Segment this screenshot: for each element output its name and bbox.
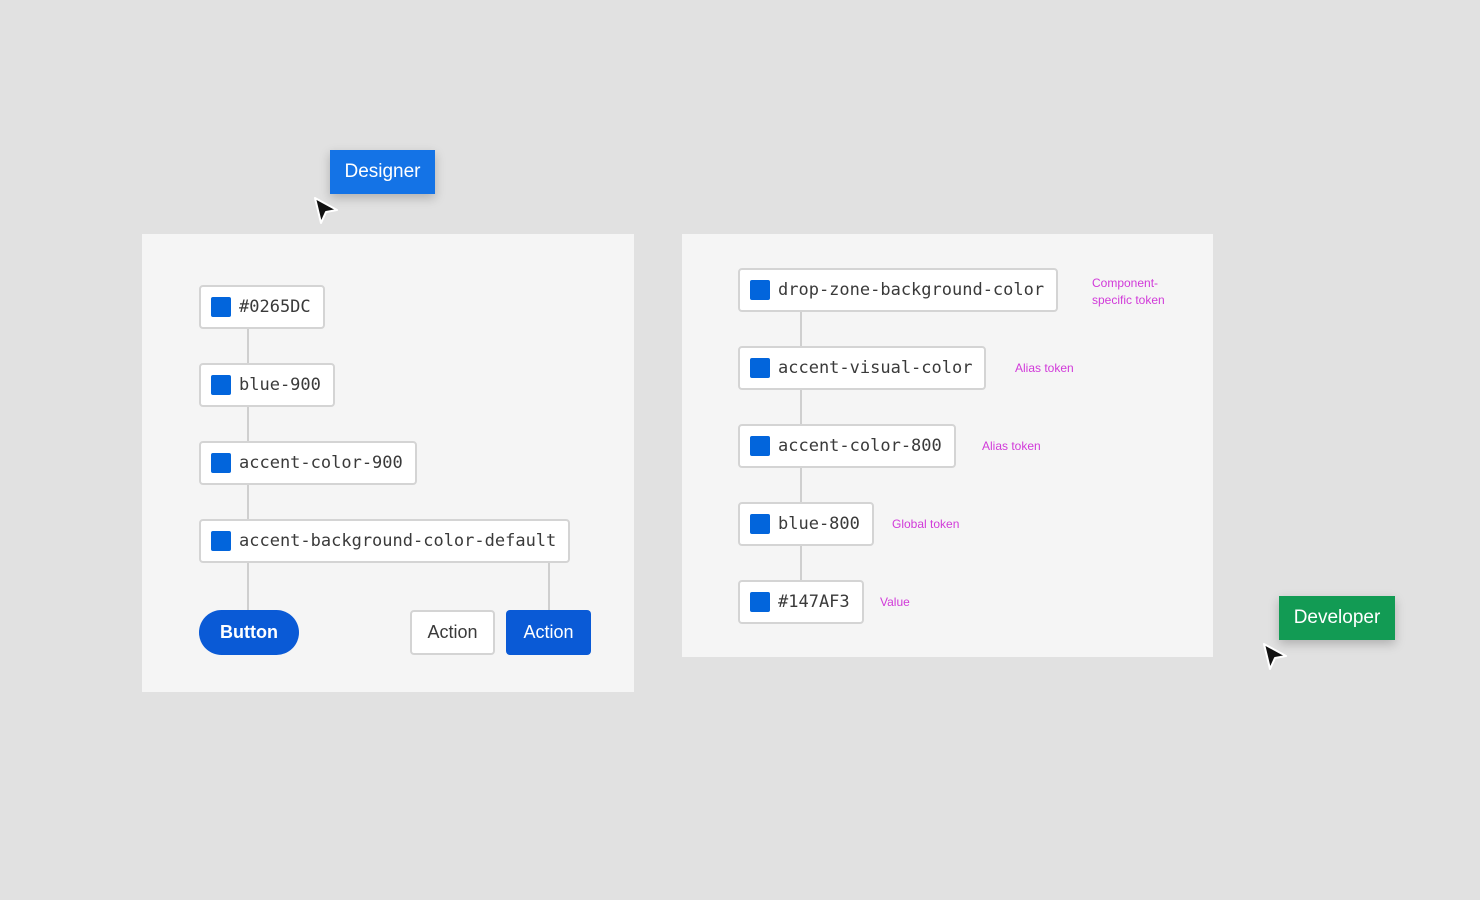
token-label: #147AF3 (778, 592, 850, 612)
token-label: blue-800 (778, 514, 860, 534)
token-type-note: Component- specific token (1092, 276, 1165, 307)
color-swatch-icon (211, 453, 231, 473)
token-chip-hex-value: #0265DC (199, 285, 325, 329)
button-pill[interactable]: Button (199, 610, 299, 655)
color-swatch-icon (211, 297, 231, 317)
action-button-label: Action (427, 622, 478, 642)
token-type-note: Global token (892, 517, 960, 531)
connector-line (548, 562, 550, 610)
token-type-note: Alias token (982, 439, 1041, 453)
token-type-note: Value (880, 595, 910, 609)
token-label: accent-visual-color (778, 358, 973, 378)
token-label: accent-background-color-default (239, 531, 557, 551)
token-chip-global: blue-900 (199, 363, 335, 407)
token-label: accent-color-800 (778, 436, 942, 456)
action-button-secondary[interactable]: Action (410, 610, 495, 655)
token-chip-hex-value: #147AF3 (738, 580, 864, 624)
color-swatch-icon (750, 358, 770, 378)
designer-tag: Designer (330, 150, 435, 194)
token-label: blue-900 (239, 375, 321, 395)
connector-line (247, 328, 249, 364)
color-swatch-icon (750, 436, 770, 456)
connector-line (800, 311, 802, 347)
color-swatch-icon (750, 280, 770, 300)
action-button-primary[interactable]: Action (506, 610, 591, 655)
developer-tag: Developer (1279, 596, 1395, 640)
color-swatch-icon (211, 531, 231, 551)
color-swatch-icon (750, 592, 770, 612)
cursor-arrow-icon (314, 197, 338, 224)
token-chip-global: blue-800 (738, 502, 874, 546)
token-label: drop-zone-background-color (778, 280, 1045, 300)
connector-line (800, 389, 802, 425)
token-chip-component: drop-zone-background-color (738, 268, 1059, 312)
connector-line (247, 484, 249, 520)
developer-panel: drop-zone-background-color Component- sp… (682, 234, 1213, 657)
button-label: Button (220, 622, 278, 642)
token-chip-component: accent-background-color-default (199, 519, 571, 563)
action-button-label: Action (523, 622, 574, 642)
color-swatch-icon (211, 375, 231, 395)
connector-line (247, 406, 249, 442)
token-chip-alias: accent-color-800 (738, 424, 956, 468)
cursor-arrow-icon (1263, 643, 1287, 670)
designer-tag-label: Designer (344, 161, 421, 182)
token-label: #0265DC (239, 297, 311, 317)
color-swatch-icon (750, 514, 770, 534)
connector-line (800, 545, 802, 581)
connector-line (247, 562, 249, 610)
developer-tag-label: Developer (1293, 607, 1381, 628)
token-chip-alias: accent-visual-color (738, 346, 987, 390)
token-type-note: Alias token (1015, 361, 1074, 375)
connector-line (800, 467, 802, 503)
token-chip-alias: accent-color-900 (199, 441, 417, 485)
designer-panel: #0265DC blue-900 accent-color-900 accent… (142, 234, 634, 692)
token-label: accent-color-900 (239, 453, 403, 473)
